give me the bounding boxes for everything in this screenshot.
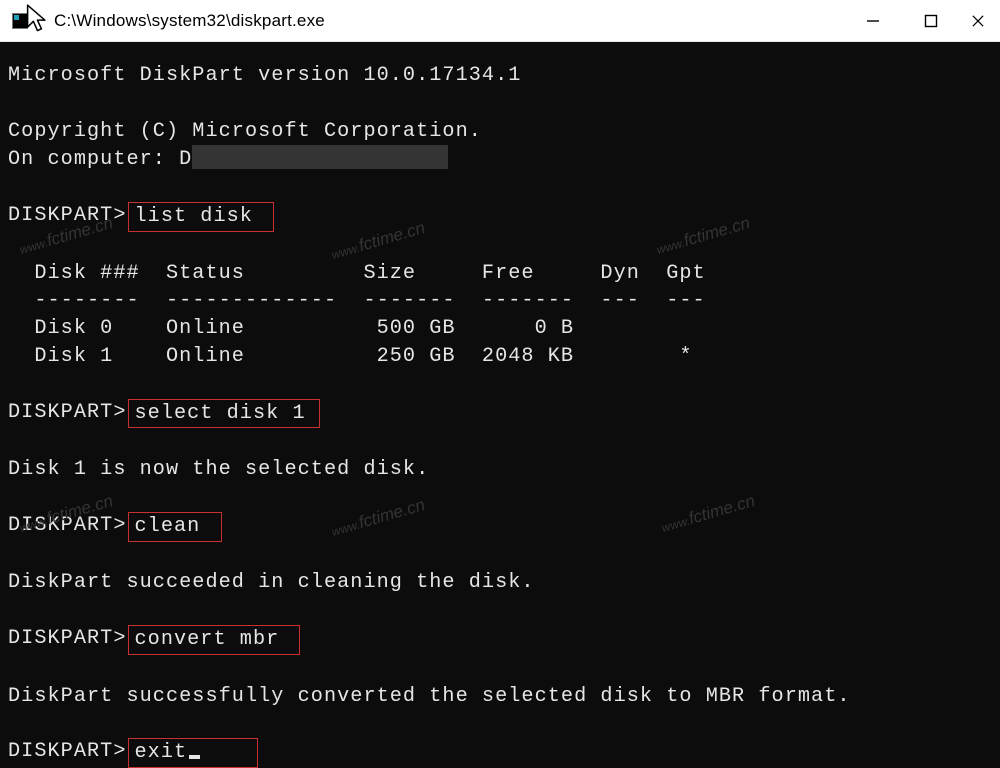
prompt-line-convert: DISKPART> convert mbr [8,625,992,655]
prompt-line-exit: DISKPART> exit [8,738,992,768]
mouse-cursor-icon [26,4,50,39]
close-button[interactable] [960,0,1000,41]
prompt: DISKPART> [8,738,126,766]
table-row: Disk 1 Online 250 GB 2048 KB * [8,343,992,371]
highlight-box: clean [128,512,222,542]
table-header: Disk ### Status Size Free Dyn Gpt [8,260,992,288]
prompt: DISKPART> [8,625,126,653]
app-window: C:\Windows\system32\diskpart.exe [0,0,1000,768]
titlebar[interactable]: C:\Windows\system32\diskpart.exe [0,0,1000,42]
prompt-line-select-disk: DISKPART> select disk 1 [8,399,992,429]
prompt: DISKPART> [8,202,126,230]
terminal[interactable]: www.fctime.cn www.fctime.cn www.fctime.c… [0,42,1000,768]
cmd-clean: clean [134,515,200,538]
redaction-block [192,145,448,169]
cmd-select-disk: select disk 1 [134,402,305,425]
minimize-button[interactable] [844,0,902,41]
computer-line: On computer: D [8,145,992,174]
text-cursor-icon [189,755,200,759]
table-divider: -------- ------------- ------- ------- -… [8,287,992,315]
copyright-line: Copyright (C) Microsoft Corporation. [8,118,992,146]
msg-selected: Disk 1 is now the selected disk. [8,456,992,484]
cmd-list-disk: list disk [134,205,252,228]
window-title: C:\Windows\system32\diskpart.exe [54,11,325,31]
highlight-box: list disk [128,202,274,232]
blank-line [8,90,992,118]
prompt-line-list-disk: DISKPART> list disk [8,202,992,232]
table-row: Disk 0 Online 500 GB 0 B [8,315,992,343]
highlight-box: convert mbr [128,625,300,655]
maximize-button[interactable] [902,0,960,41]
version-line: Microsoft DiskPart version 10.0.17134.1 [8,62,992,90]
prompt: DISKPART> [8,512,126,540]
window-controls [844,0,1000,41]
cmd-exit: exit [134,741,187,764]
prompt: DISKPART> [8,399,126,427]
app-icon [12,13,28,29]
highlight-box: select disk 1 [128,399,320,429]
msg-convert: DiskPart successfully converted the sele… [8,683,992,711]
cmd-convert: convert mbr [134,628,279,651]
msg-clean: DiskPart succeeded in cleaning the disk. [8,569,992,597]
prompt-line-clean: DISKPART> clean [8,512,992,542]
highlight-box: exit [128,738,258,768]
